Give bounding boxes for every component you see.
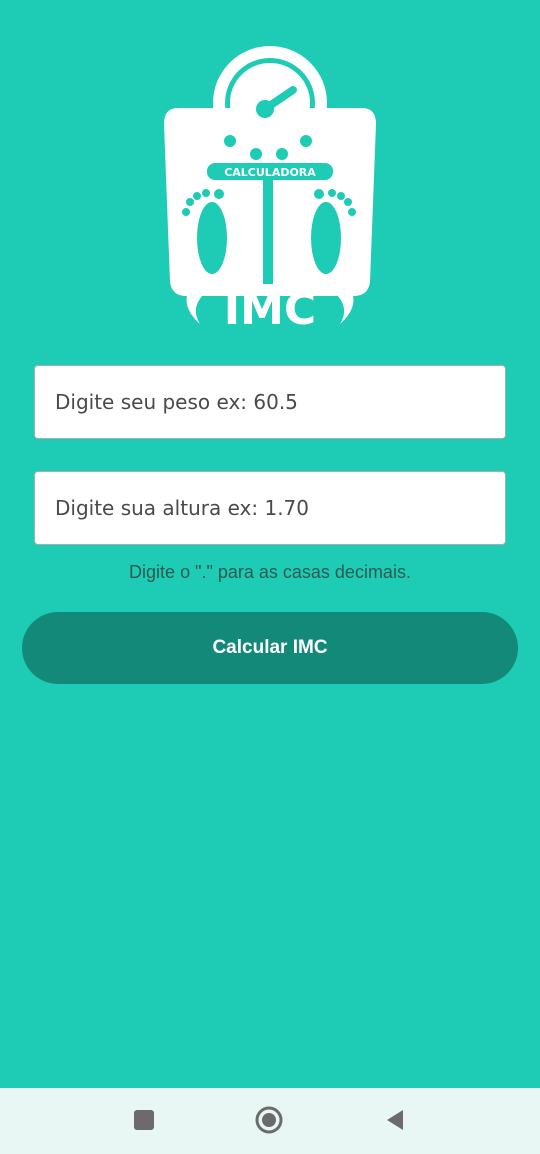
decimal-hint-text: Digite o "." para as casas decimais. — [129, 562, 411, 582]
back-button[interactable] — [377, 1102, 413, 1138]
calculate-imc-button[interactable]: Calcular IMC — [22, 612, 518, 684]
recents-button[interactable] — [126, 1102, 162, 1138]
circle-home-icon — [255, 1106, 283, 1134]
weight-input[interactable] — [34, 365, 506, 439]
system-navigation-bar — [0, 1088, 540, 1154]
triangle-back-icon — [387, 1110, 403, 1130]
height-input[interactable] — [34, 471, 506, 545]
square-icon — [134, 1110, 154, 1130]
app-screen: CALCULADORA IMC Digite o "." para as cas… — [0, 0, 540, 1154]
scale-icon: CALCULADORA IMC — [164, 46, 376, 328]
logo-main-text: IMC — [224, 284, 316, 328]
home-button[interactable] — [251, 1102, 287, 1138]
logo-top-text: CALCULADORA — [224, 166, 316, 179]
